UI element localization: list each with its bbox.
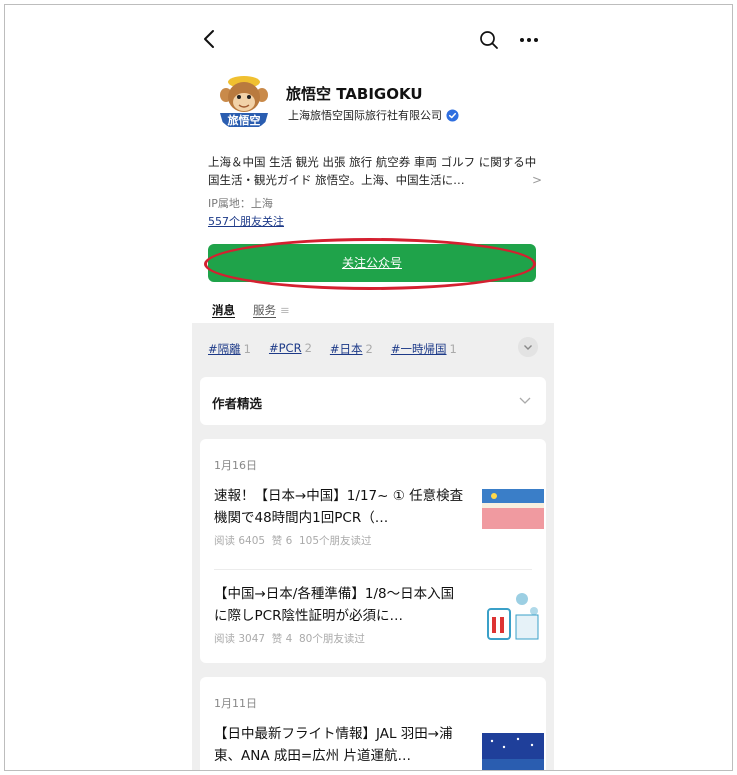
article-item[interactable]: 速報！【日本→中国】1/17~ ① 任意検査機関で48時間内1回PCR（… 阅读… — [214, 485, 544, 548]
account-organization: 上海旅悟空国际旅行社有限公司 — [288, 107, 459, 123]
monkey-avatar-icon[interactable]: 旅悟空 — [214, 71, 274, 131]
more-dots-icon[interactable] — [518, 29, 540, 51]
chevron-left-icon[interactable] — [200, 27, 220, 51]
search-icon[interactable] — [478, 29, 500, 51]
article-friends-read: 80个朋友读过 — [298, 633, 365, 645]
article-title: 【中国→日本/各種準備】1/8～日本入国に際しPCR陰性証明が必須に… — [214, 586, 455, 624]
article-likes: 赞 6 — [271, 535, 293, 547]
tag-count: 1 — [449, 342, 457, 356]
message-group: 1月16日 速報！【日本→中国】1/17~ ① 任意検査機関で48時間内1回PC… — [200, 439, 546, 663]
article-meta: 阅读 6405 赞 6 105个朋友读过 — [214, 533, 544, 548]
article-thumbnail — [482, 587, 544, 647]
tag-label[interactable]: #PCR — [269, 341, 302, 355]
chevron-down-icon — [519, 397, 531, 404]
tag-label[interactable]: #隔離 — [208, 342, 241, 356]
featured-title: 作者精选 — [212, 396, 263, 411]
account-description[interactable]: 上海＆中国 生活 観光 出張 旅行 航空券 車両 ゴルフ に関する中国生活・観光… — [208, 153, 542, 189]
tag-item[interactable]: #隔離 1 — [208, 341, 251, 357]
article-friends-read: 105个朋友读过 — [298, 535, 372, 547]
tag-label[interactable]: #日本 — [330, 342, 363, 356]
article-item[interactable]: 【日中最新フライト情報】JAL 羽田→浦東、ANA 成田=広州 片道運航… — [214, 723, 544, 770]
follow-account-button[interactable]: 关注公众号 — [208, 244, 536, 282]
article-thumbnail — [482, 489, 544, 529]
description-text: 上海＆中国 生活 観光 出張 旅行 航空券 車両 ゴルフ に関する中国生活・観光… — [208, 155, 537, 187]
article-title: 【日中最新フライト情報】JAL 羽田→浦東、ANA 成田=広州 片道運航… — [214, 726, 453, 764]
tag-count: 2 — [304, 341, 312, 355]
account-header: 旅悟空 旅悟空 TABIGOKU 上海旅悟空国际旅行社有限公司 — [192, 61, 554, 143]
tag-count: 1 — [243, 342, 251, 356]
account-name: 旅悟空 TABIGOKU — [286, 85, 423, 103]
wechat-account-page: 旅悟空 旅悟空 TABIGOKU 上海旅悟空国际旅行社有限公司 上海＆中国 生活… — [192, 15, 554, 770]
article-reads: 阅读 3047 — [214, 633, 266, 645]
divider — [214, 569, 532, 570]
article-likes: 赞 4 — [271, 633, 293, 645]
tag-bar: #隔離 1 #PCR 2 #日本 2 #一時帰国 1 — [208, 341, 457, 357]
chevron-down-icon[interactable] — [518, 337, 538, 357]
top-bar — [192, 15, 554, 61]
avatar-logo-text: 旅悟空 — [228, 113, 261, 127]
group-date: 1月11日 — [214, 697, 257, 710]
article-title: 速報！【日本→中国】1/17~ ① 任意検査機関で48時間内1回PCR（… — [214, 488, 464, 526]
tag-item[interactable]: #PCR 2 — [269, 341, 312, 357]
group-date: 1月16日 — [214, 459, 257, 472]
article-reads: 阅读 6405 — [214, 535, 266, 547]
organization-name: 上海旅悟空国际旅行社有限公司 — [288, 109, 442, 122]
tag-count: 2 — [365, 342, 373, 356]
friends-following-link[interactable]: 557个朋友关注 — [208, 213, 284, 229]
tab-services-wrap[interactable]: 服务 ≡ — [253, 302, 290, 318]
content-tabs: 消息 服务 ≡ — [212, 302, 290, 318]
featured-section[interactable]: 作者精选 — [200, 377, 546, 425]
tag-label[interactable]: #一時帰国 — [391, 342, 447, 356]
tag-item[interactable]: #日本 2 — [330, 341, 373, 357]
article-item[interactable]: 【中国→日本/各種準備】1/8～日本入国に際しPCR陰性証明が必須に… 阅读 3… — [214, 583, 544, 647]
menu-lines-icon: ≡ — [280, 303, 290, 317]
message-feed: #隔離 1 #PCR 2 #日本 2 #一時帰国 1 作者精选 1月16日 速報！【日本… — [192, 323, 554, 770]
verified-badge-icon — [446, 108, 459, 122]
tag-item[interactable]: #一時帰国 1 — [391, 341, 457, 357]
ip-location: IP属地：上海 — [208, 197, 273, 210]
message-group: 1月11日 【日中最新フライト情報】JAL 羽田→浦東、ANA 成田=広州 片道… — [200, 677, 546, 770]
chevron-right-icon: > — [531, 173, 542, 187]
screenshot-frame: 旅悟空 旅悟空 TABIGOKU 上海旅悟空国际旅行社有限公司 上海＆中国 生活… — [4, 4, 733, 771]
tab-messages[interactable]: 消息 — [212, 302, 235, 318]
tab-services[interactable]: 服务 — [253, 303, 276, 317]
article-thumbnail — [482, 733, 544, 770]
